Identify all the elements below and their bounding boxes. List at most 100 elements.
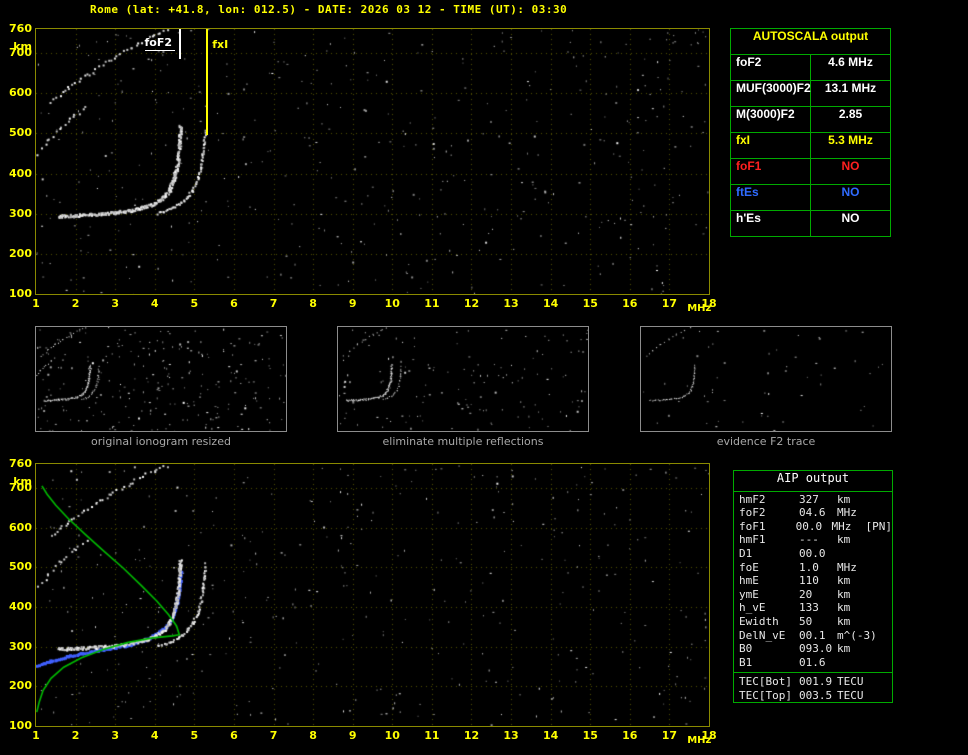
parameter-unit: km xyxy=(837,642,851,656)
y-axis-tick-label: 400 xyxy=(9,166,32,180)
y-axis-tick-label: 300 xyxy=(9,206,32,220)
parameter-label: TEC[Bot] xyxy=(739,675,792,689)
x-axis-tick-label: 5 xyxy=(190,297,199,310)
y-axis-tick-label: 100 xyxy=(9,287,32,300)
y-axis-tick-label: 760 xyxy=(9,22,32,35)
parameter-value: 133 xyxy=(799,601,819,615)
parameter-label: DelN_vE xyxy=(739,628,786,642)
x-axis-tick-label: 15 xyxy=(582,297,598,310)
autoscala-row: ftEs NO xyxy=(731,185,890,211)
parameter-label: fxI xyxy=(731,133,811,158)
parameter-label: foF1 xyxy=(731,159,811,184)
parameter-label: ftEs xyxy=(731,185,811,210)
x-axis-tick-label: 1 xyxy=(32,297,40,310)
aip-row: D1 00.0 xyxy=(734,547,892,560)
parameter-flag xyxy=(873,675,892,688)
parameter-label: foF2 xyxy=(739,506,766,520)
parameter-value: 00.1 xyxy=(799,628,826,642)
x-axis-tick-label: 4 xyxy=(150,729,159,742)
parameter-unit: km xyxy=(837,492,851,506)
panel-original-ionogram xyxy=(35,326,287,432)
parameter-unit: TECU xyxy=(837,688,864,702)
parameter-flag: [PN] xyxy=(865,519,893,533)
x-axis-tick-label: 15 xyxy=(582,729,598,742)
aip-row: hmF1 --- km xyxy=(734,533,892,546)
autoscala-output-table: AUTOSCALA output foF2 4.6 MHz MUF(3000)F2 1… xyxy=(730,28,891,237)
x-axis-tick-label: 2 xyxy=(71,297,80,310)
x-axis-tick-label: 9 xyxy=(348,729,357,742)
parameter-label: B0 xyxy=(739,642,753,656)
x-axis-tick-label: 10 xyxy=(384,297,400,310)
parameter-flag xyxy=(873,615,892,628)
page-title: Rome (lat: +41.8, lon: 012.5) - DATE: 20… xyxy=(90,3,568,16)
parameter-flag xyxy=(873,574,892,587)
x-axis-tick-label: 3 xyxy=(111,729,119,742)
parameter-value: NO xyxy=(841,159,860,173)
x-axis-tick-label: 13 xyxy=(503,297,519,310)
parameter-value: 04.6 xyxy=(799,506,826,520)
y-axis-tick-label: 500 xyxy=(9,560,32,574)
autoscala-row: M(3000)F2 2.85 xyxy=(731,107,890,133)
x-axis-tick-label: 11 xyxy=(424,297,440,310)
parameter-flag xyxy=(873,601,892,614)
y-axis-tick-label: 200 xyxy=(9,246,32,260)
y-axis-tick-label: 400 xyxy=(9,599,32,613)
autoscala-row: foF2 4.6 MHz xyxy=(731,55,890,81)
x-axis-tick-label: 10 xyxy=(384,729,400,742)
parameter-unit xyxy=(837,547,873,560)
parameter-value: 50 xyxy=(799,614,813,628)
parameter-label: D1 xyxy=(739,546,753,560)
parameter-label: hmE xyxy=(739,574,759,588)
autoscala-table-body: foF2 4.6 MHz MUF(3000)F2 13.1 MHz M(3000)F2 2… xyxy=(731,55,890,236)
panel-evidence-canvas xyxy=(641,327,891,431)
parameter-unit: km xyxy=(837,533,851,547)
parameter-unit: MHz xyxy=(831,519,852,533)
parameter-label: h_vE xyxy=(739,601,766,615)
profile-plot: 760 700 600 500 400 300 200 100 km 1 2 3 4 5 6 7 8 9 10 11 1… xyxy=(9,457,717,746)
parameter-label: foF2 xyxy=(731,55,811,80)
panel-caption: original ionogram resized xyxy=(91,435,231,448)
x-axis-tick-label: 12 xyxy=(463,729,480,742)
parameter-flag xyxy=(873,561,892,574)
x-axis-tick-label: 7 xyxy=(269,729,278,742)
ionogram-canvas xyxy=(36,29,709,294)
y-axis-tick-label: 100 xyxy=(9,719,32,732)
profile-canvas xyxy=(36,464,709,726)
x-axis-tick-label: 4 xyxy=(150,297,159,310)
parameter-value: 001.9 xyxy=(799,675,833,689)
parameter-flag xyxy=(873,533,892,546)
y-axis-tick-label: 600 xyxy=(9,86,32,100)
parameter-unit: km xyxy=(837,601,851,615)
parameter-value: 093.0 xyxy=(799,642,833,656)
parameter-unit: km xyxy=(837,574,851,588)
parameter-unit: km xyxy=(837,614,851,628)
parameter-value: NO xyxy=(841,185,860,199)
aip-row: foF2 04.6 MHz xyxy=(734,506,892,519)
aip-row: foF1 00.0 MHz [PN] xyxy=(734,520,892,533)
y-axis-tick-label: 200 xyxy=(9,679,32,693)
parameter-unit: MHz xyxy=(837,560,857,574)
parameter-label: Ewidth xyxy=(739,614,779,628)
x-axis-unit-label: MHz xyxy=(687,303,712,314)
x-axis-tick-label: 3 xyxy=(111,297,119,310)
parameter-value: 003.5 xyxy=(799,688,833,702)
autoscala-row: foF1 NO xyxy=(731,159,890,185)
parameter-value: --- xyxy=(799,533,819,547)
parameter-value: 13.1 MHz xyxy=(824,81,877,95)
parameter-value: 2.85 xyxy=(838,107,863,121)
aip-row: TEC[Top] 003.5 TECU xyxy=(734,689,892,702)
parameter-value: 00.0 xyxy=(799,546,826,560)
x-axis-tick-label: 17 xyxy=(661,297,678,310)
aip-tec-section: TEC[Bot] 001.9 TECU TEC[Top] 003.5 TECU xyxy=(734,671,892,702)
x-axis-tick-label: 6 xyxy=(230,297,238,310)
x-axis-tick-label: 14 xyxy=(542,729,559,742)
x-axis-tick-label: 5 xyxy=(190,729,199,742)
y-axis-tick-label: 600 xyxy=(9,520,32,534)
x-axis-tick-label: 12 xyxy=(463,297,480,310)
aip-output-table: AIP output hmF2 327 km foF2 04.6 MHz foF1 00.0 M… xyxy=(733,470,893,703)
fxi-marker-label: fxI xyxy=(212,38,229,51)
parameter-value: 01.6 xyxy=(799,655,826,669)
x-axis-tick-label: 9 xyxy=(348,297,357,310)
parameter-value: 4.6 MHz xyxy=(828,55,873,69)
parameter-label: foE xyxy=(739,560,759,574)
